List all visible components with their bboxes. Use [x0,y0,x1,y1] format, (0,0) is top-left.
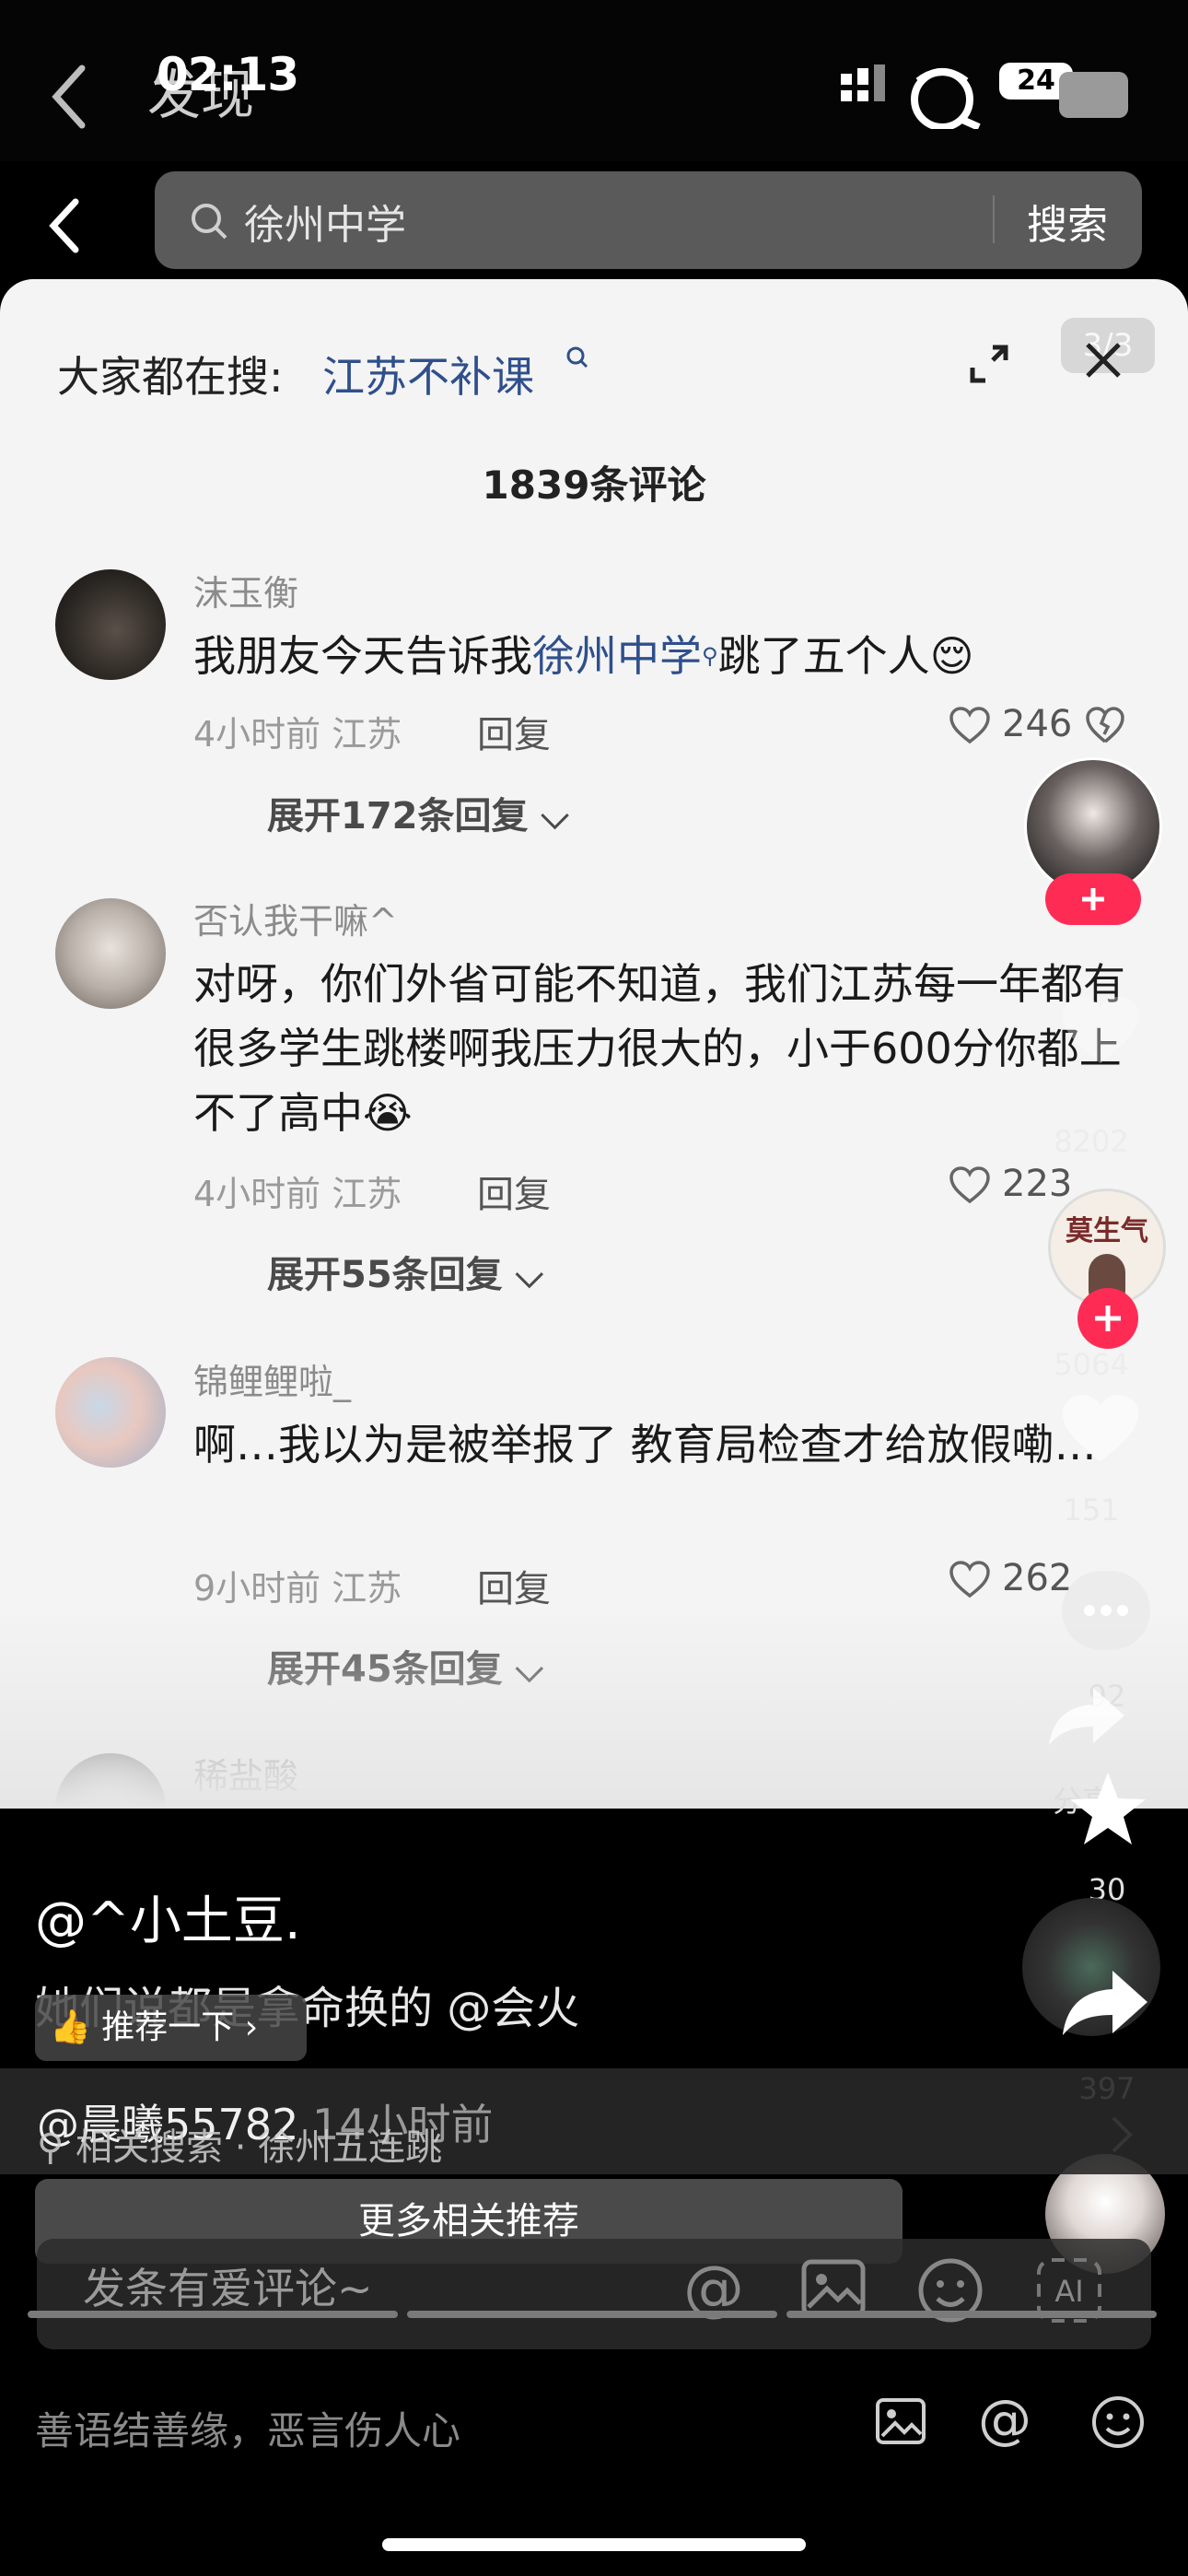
comment-text: 我朋友今天告诉我徐州中学⚲跳了五个人😌 [193,631,974,681]
at-icon[interactable]: @ [978,2388,1031,2451]
star-icon[interactable] [1066,1769,1149,1848]
close-icon[interactable] [1082,339,1124,381]
related-search[interactable]: ⚲ 相关搜索 · 徐州五连跳 [37,2117,442,2171]
hot-search-link[interactable]: 江苏不补课 [322,344,534,404]
favorite-count: 5064 [1054,1347,1129,1382]
image-icon[interactable] [875,2397,926,2445]
heart-icon[interactable] [1059,1393,1142,1467]
like-count: 8202 [1054,1124,1129,1159]
dislike-icon[interactable] [1085,707,1125,745]
comment-link[interactable]: 徐州中学 [532,631,702,681]
comment-text: 对呀，你们外省可能不知道，我们江苏每一年都有很多学生跳楼啊我压力很大的，小于60… [193,959,1125,1138]
search-divider [993,195,995,243]
expand-replies[interactable]: 展开172条回复 ⌵ [267,786,569,839]
comment-username[interactable]: 沫玉衡 [193,565,298,615]
comment-sheet: 大家都在搜: 江苏不补课 3/3 1839条评论 沫玉衡 我朋友今天告诉我徐州中… [0,279,1188,1809]
reply-button[interactable]: 回复 [477,705,551,758]
comment-meta: 4小时前 江苏 [193,714,402,755]
search-icon [565,345,589,369]
avatar[interactable] [55,1357,166,1468]
reply-button[interactable]: 回复 [477,1165,551,1218]
comment-username[interactable]: 锦鲤鲤啦_ [193,1353,351,1404]
video-author[interactable]: @^小土豆. [35,1879,301,1954]
avatar[interactable] [55,898,166,1009]
like-count: 151 [1063,1493,1120,1528]
like-count: 223 [1002,1163,1073,1205]
video-progress[interactable] [28,2311,1160,2318]
search-icon [189,201,229,241]
like-icon[interactable] [949,1166,991,1205]
share-icon[interactable] [1059,1967,1151,2039]
camera-icon [1059,72,1128,118]
hot-search-label: 大家都在搜: [57,352,284,402]
svg-text:AI: AI [1054,2274,1083,2309]
reply-button[interactable]: 回复 [477,1559,551,1612]
comment-username[interactable]: 否认我干嘛^ [193,893,398,943]
avatar[interactable] [55,569,166,680]
search-icon: ⚲ [37,2126,76,2169]
expand-replies[interactable]: 展开45条回复 ⌵ [267,1639,543,1692]
comment-placeholder[interactable]: 发条有爱评论~ [83,2255,373,2316]
follow-button[interactable] [1077,1288,1138,1349]
status-time: 02:13 [157,48,299,101]
bottom-input-placeholder[interactable]: 善语结善缘，恶言伤人心 [35,2400,460,2456]
home-indicator [382,2538,806,2551]
heart-icon[interactable] [1059,995,1142,1069]
comment-meta: 9小时前 江苏 [193,1568,402,1609]
comment-count-title: 1839条评论 [482,463,706,508]
comment-icon[interactable] [1062,1571,1150,1650]
avatar[interactable] [55,1753,166,1809]
share-icon[interactable] [1045,1684,1128,1749]
comment-username[interactable]: 稀盐酸 [193,1748,298,1798]
like-icon[interactable] [949,1561,991,1599]
like-count: 246 [1002,703,1073,745]
recommend-button[interactable]: 👍 推荐一下 › [35,1995,307,2061]
follow-button[interactable] [1045,873,1141,925]
fullscreen-icon[interactable] [967,342,1011,386]
like-icon[interactable] [949,707,991,745]
signal-icon [833,55,990,129]
back-button[interactable] [48,198,81,253]
expand-replies[interactable]: 展开55条回复 ⌵ [267,1245,543,1298]
emoji-icon[interactable] [1091,2395,1145,2449]
image-icon[interactable] [801,2259,866,2318]
search-button[interactable]: 搜索 [1027,192,1108,251]
comment-meta: 4小时前 江苏 [193,1174,402,1214]
comment-text: 啊…我以为是被举报了 教育局检查才给放假嘞… [193,1420,1097,1469]
search-query[interactable]: 徐州中学 [244,192,406,251]
back-icon[interactable] [51,64,87,129]
